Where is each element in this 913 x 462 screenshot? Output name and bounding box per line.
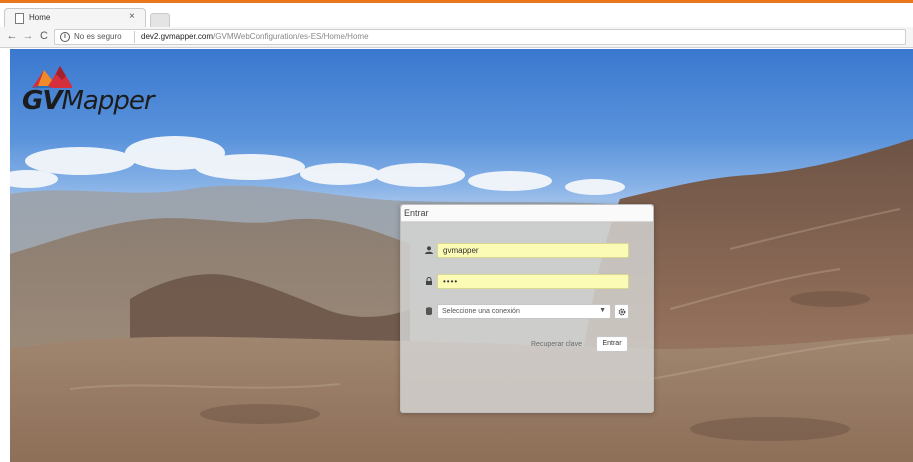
info-icon[interactable]: i — [60, 32, 70, 42]
address-bar[interactable]: i No es seguro dev2.gvmapper.com/GVMWebC… — [54, 29, 906, 45]
connection-settings-button[interactable] — [614, 304, 629, 319]
close-icon[interactable]: × — [129, 11, 135, 22]
user-icon — [425, 246, 433, 254]
url-path: /GVMWebConfiguration/es-ES/Home/Home — [213, 32, 369, 41]
reload-icon[interactable]: C — [38, 30, 50, 42]
security-label[interactable]: No es seguro — [74, 32, 122, 41]
submit-button[interactable]: Entrar — [596, 336, 628, 352]
back-arrow-icon[interactable]: ← — [6, 30, 18, 42]
dialog-header: Entrar — [401, 205, 653, 222]
browser-tab[interactable]: Home × — [4, 8, 146, 29]
database-icon — [426, 307, 432, 315]
chevron-down-icon: ▼ — [599, 307, 606, 314]
tab-title: Home — [29, 13, 51, 22]
url-text[interactable]: dev2.gvmapper.com/GVMWebConfiguration/es… — [141, 32, 369, 41]
tab-strip: Home × — [0, 3, 913, 29]
logo-text-rest: Mapper — [61, 86, 154, 116]
connection-select[interactable]: Seleccione una conexión ▼ — [437, 304, 611, 319]
gear-icon — [618, 308, 626, 316]
logo-text-bold: GV — [22, 86, 62, 116]
connection-select-value: Seleccione una conexión — [442, 308, 520, 315]
url-host: dev2.gvmapper.com — [141, 32, 214, 41]
page-icon — [15, 13, 24, 24]
password-field[interactable] — [437, 274, 629, 289]
page-viewport: GVMapper Entrar Seleccione una conexión … — [10, 49, 913, 462]
login-dialog: Entrar Seleccione una conexión ▼ R — [400, 204, 654, 413]
page-left-margin — [0, 49, 10, 462]
logo-mountain-icon — [32, 66, 72, 88]
username-field[interactable] — [437, 243, 629, 258]
gvmapper-logo: GVMapper — [22, 64, 162, 124]
logo-text: GVMapper — [22, 86, 155, 116]
dialog-title: Entrar — [404, 208, 429, 218]
lock-icon — [426, 277, 432, 285]
address-separator — [134, 31, 135, 43]
forward-arrow-icon[interactable]: → — [22, 30, 34, 42]
recover-password-link[interactable]: Recuperar clave — [531, 341, 582, 348]
browser-toolbar: ← → C i No es seguro dev2.gvmapper.com/G… — [0, 27, 913, 48]
